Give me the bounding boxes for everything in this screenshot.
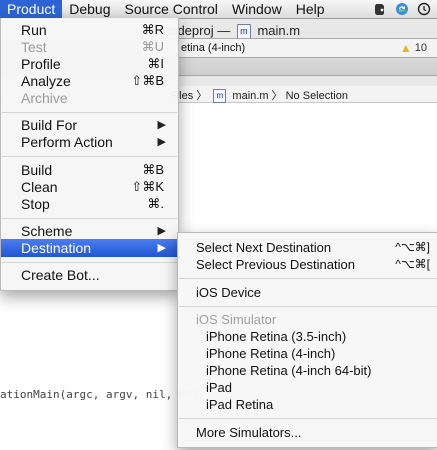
evernote-icon[interactable] (373, 2, 387, 16)
jump-bar-file: main.m (232, 90, 269, 102)
menu-item-shortcut: ^⌥⌘[ (395, 257, 430, 271)
menu-item-simulator[interactable]: iPhone Retina (4-inch 64-bit) (178, 362, 437, 379)
menu-item-label: Scheme (21, 223, 73, 239)
menu-section-header: iOS Simulator (196, 312, 277, 327)
menu-item-label: Destination (21, 240, 92, 256)
menu-item-label: Run (21, 22, 47, 38)
document-icon: m (213, 89, 227, 104)
menu-item-label: Build (21, 162, 53, 178)
menu-item-shortcut: ⇧⌘K (131, 179, 164, 194)
menu-item-simulator[interactable]: iPhone Retina (4-inch) (178, 345, 437, 362)
menu-item-stop[interactable]: Stop ⌘. (1, 195, 178, 213)
menu-item-label: More Simulators... (196, 425, 302, 440)
status-tray (373, 0, 437, 18)
product-menu: Run ⌘R Test ⌘U Profile ⌘I Analyze ⇧⌘B Ar… (0, 18, 179, 291)
menu-item-label: Stop (21, 196, 50, 212)
jump-bar-path[interactable]: Files 〉 m main.m 〉 No Selection (170, 87, 348, 104)
menu-item-label: Select Previous Destination (196, 257, 355, 272)
menu-header-ios-simulator: iOS Simulator (178, 311, 437, 328)
menu-separator (179, 306, 437, 307)
menu-product[interactable]: Product (0, 0, 63, 18)
menu-item-label: iPhone Retina (4-inch 64-bit) (206, 363, 372, 378)
menu-item-build[interactable]: Build ⌘B (1, 161, 178, 179)
submenu-arrow-icon: ▶ (157, 119, 166, 131)
submenu-arrow-icon: ▶ (157, 136, 166, 148)
menu-item-label: iOS Device (196, 285, 262, 300)
chevron-right-icon: 〉 (196, 90, 208, 102)
menu-item-create-bot[interactable]: Create Bot... (1, 266, 178, 284)
menu-separator (2, 218, 177, 219)
menu-item-label: Archive (21, 90, 68, 106)
document-icon: m (236, 24, 251, 40)
menu-item-label: Profile (21, 56, 61, 72)
menu-separator (2, 112, 177, 113)
menu-item-label: iPhone Retina (3.5-inch) (206, 329, 347, 344)
menu-bar: Product Debug Source Control Window Help (0, 0, 437, 19)
menu-item-test[interactable]: Test ⌘U (1, 38, 178, 56)
menu-item-label: iPhone Retina (4-inch) (206, 346, 336, 361)
menu-debug[interactable]: Debug (62, 0, 117, 18)
menu-item-archive[interactable]: Archive (1, 89, 178, 107)
menu-item-label: Analyze (21, 73, 71, 89)
menu-separator (179, 418, 437, 419)
scheme-status-bar[interactable]: etina (4-inch) ▲ 10 (140, 38, 437, 58)
menu-item-perform-action[interactable]: Perform Action ▶ (1, 133, 178, 151)
menu-item-shortcut: ⌘R (141, 22, 164, 37)
menu-item-label: Perform Action (21, 134, 113, 150)
menu-item-analyze[interactable]: Analyze ⇧⌘B (1, 72, 178, 90)
menu-item-select-previous-destination[interactable]: Select Previous Destination ^⌥⌘[ (178, 256, 437, 273)
chevron-right-icon: 〉 (271, 90, 283, 102)
menu-item-simulator[interactable]: iPad Retina (178, 396, 437, 413)
warning-icon: ▲ (399, 41, 412, 55)
menu-item-label: iPad (206, 380, 233, 395)
menu-item-label: Create Bot... (21, 267, 100, 283)
menu-item-scheme[interactable]: Scheme ▶ (1, 222, 178, 240)
menu-item-shortcut: ⌘B (142, 162, 164, 177)
menu-item-destination[interactable]: Destination ▶ (1, 239, 178, 257)
menu-item-label: Clean (21, 179, 58, 195)
menu-item-profile[interactable]: Profile ⌘I (1, 55, 178, 73)
menu-item-run[interactable]: Run ⌘R (1, 21, 178, 39)
menu-help[interactable]: Help (289, 0, 332, 18)
menu-item-ios-device[interactable]: iOS Device (178, 284, 437, 301)
code-line: ationMain(argc, argv, nil, NSS (0, 388, 199, 401)
menu-item-build-for[interactable]: Build For ▶ (1, 116, 178, 134)
time-machine-icon[interactable] (417, 2, 431, 16)
sync-icon[interactable] (395, 2, 409, 16)
menu-separator (179, 278, 437, 279)
menu-item-shortcut: ⇧⌘B (131, 73, 164, 88)
warning-badge[interactable]: ▲ 10 (400, 41, 427, 55)
menu-item-more-simulators[interactable]: More Simulators... (178, 424, 437, 441)
menu-item-clean[interactable]: Clean ⇧⌘K (1, 178, 178, 196)
warning-count: 10 (414, 42, 427, 54)
scheme-destination-text: etina (4-inch) (181, 42, 246, 54)
menu-item-label: Select Next Destination (196, 240, 332, 255)
window-title-file: main.m (257, 23, 301, 38)
menu-item-shortcut: ⌘I (147, 56, 164, 71)
title-separator: — (217, 23, 231, 38)
menu-item-label: iPad Retina (206, 397, 274, 412)
menu-item-simulator[interactable]: iPhone Retina (3.5-inch) (178, 328, 437, 345)
menu-item-shortcut: ^⌥⌘] (395, 240, 430, 254)
menu-item-label: Test (21, 39, 47, 55)
menu-item-label: Build For (21, 117, 78, 133)
menu-window[interactable]: Window (225, 0, 289, 18)
destination-submenu: Select Next Destination ^⌥⌘] Select Prev… (177, 232, 437, 448)
submenu-arrow-icon: ▶ (157, 225, 166, 237)
menu-item-simulator[interactable]: iPad (178, 379, 437, 396)
menu-source-control[interactable]: Source Control (118, 0, 225, 18)
menu-separator (2, 262, 177, 263)
menu-separator (2, 156, 177, 157)
submenu-arrow-icon: ▶ (157, 242, 166, 254)
jump-bar-selection: No Selection (285, 90, 348, 102)
menu-item-shortcut: ⌘. (147, 196, 164, 211)
menu-item-select-next-destination[interactable]: Select Next Destination ^⌥⌘] (178, 239, 437, 256)
menu-item-shortcut: ⌘U (141, 39, 164, 54)
